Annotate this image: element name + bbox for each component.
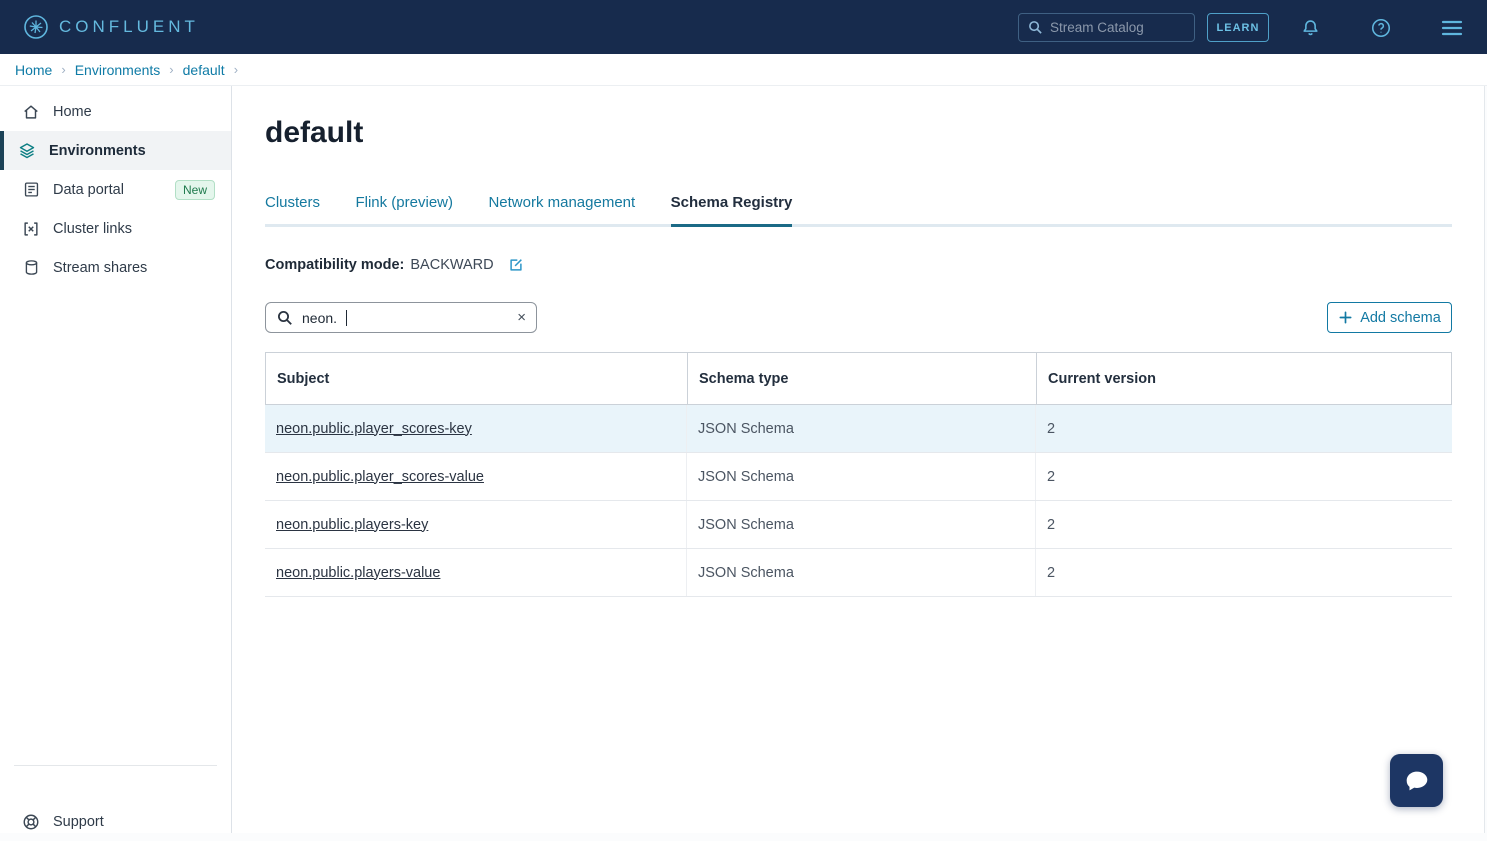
subject-link[interactable]: neon.public.player_scores-key [276,421,472,437]
add-schema-label: Add schema [1360,310,1441,326]
sidebar-divider [14,765,217,766]
sidebar: Home Environments Data portal New [0,86,232,833]
subject-link[interactable]: neon.public.players-key [276,517,428,533]
cluster-links-icon [22,220,40,238]
compatibility-mode-label: Compatibility mode: [265,257,404,273]
compatibility-mode-row: Compatibility mode: BACKWARD [265,257,524,273]
sidebar-item-support[interactable]: Support [0,802,231,841]
home-icon [22,103,40,121]
tab-flink-preview[interactable]: Flink (preview) [355,194,453,224]
confluent-spark-icon [23,14,49,40]
sidebar-item-home[interactable]: Home [0,92,231,131]
breadcrumb-environments[interactable]: Environments [75,62,161,78]
breadcrumb-default[interactable]: default [183,62,225,78]
tab-clusters[interactable]: Clusters [265,194,320,224]
edit-icon[interactable] [508,257,524,273]
sidebar-item-data-portal[interactable]: Data portal New [0,170,231,209]
document-icon [22,181,40,199]
schema-type-cell: JSON Schema [687,501,1036,548]
learn-button[interactable]: LEARN [1207,13,1269,42]
subject-link[interactable]: neon.public.player_scores-value [276,469,484,485]
breadcrumb: Home › Environments › default › [0,54,1487,86]
compatibility-mode-value: BACKWARD [410,257,493,273]
current-version-cell: 2 [1036,405,1450,452]
text-cursor [346,310,347,326]
search-icon [277,310,293,326]
schema-type-cell: JSON Schema [687,453,1036,500]
chevron-right-icon: › [169,62,173,77]
chevron-right-icon: › [61,62,65,77]
database-icon [22,259,40,277]
help-icon[interactable] [1367,14,1395,42]
notifications-bell-icon[interactable] [1296,14,1324,42]
tab-schema-registry[interactable]: Schema Registry [671,194,793,227]
top-navbar: CONFLUENT LEARN [0,0,1487,54]
table-row[interactable]: neon.public.player_scores-value JSON Sch… [265,453,1452,501]
plus-icon [1338,310,1353,325]
sidebar-item-stream-shares[interactable]: Stream shares [0,248,231,287]
table-row[interactable]: neon.public.players-value JSON Schema 2 [265,549,1452,597]
menu-hamburger-icon[interactable] [1438,14,1466,42]
table-row[interactable]: neon.public.player_scores-key JSON Schem… [265,405,1452,453]
sidebar-item-label: Data portal [53,182,124,198]
schema-type-cell: JSON Schema [687,549,1036,596]
confluent-logo[interactable]: CONFLUENT [23,14,199,40]
sidebar-item-environments[interactable]: Environments [0,131,231,170]
current-version-cell: 2 [1036,501,1450,548]
brand-name: CONFLUENT [59,17,199,37]
chevron-right-icon: › [234,62,238,77]
column-header-schema-type[interactable]: Schema type [688,353,1037,404]
tab-network-management[interactable]: Network management [488,194,635,224]
add-schema-button[interactable]: Add schema [1327,302,1452,333]
schema-table: Subject Schema type Current version neon… [265,352,1452,597]
sidebar-item-label: Cluster links [53,221,132,237]
main-content: default Clusters Flink (preview) Network… [232,86,1485,833]
stream-catalog-search[interactable] [1018,13,1195,42]
search-icon [1028,20,1043,35]
subject-link[interactable]: neon.public.players-value [276,565,440,581]
sidebar-item-label: Stream shares [53,260,147,276]
sidebar-item-cluster-links[interactable]: Cluster links [0,209,231,248]
column-header-current-version[interactable]: Current version [1037,353,1451,404]
chat-button[interactable] [1390,754,1443,807]
current-version-cell: 2 [1036,453,1450,500]
sidebar-item-label: Support [53,814,104,830]
search-query-text: neon. [302,310,337,326]
table-row[interactable]: neon.public.players-key JSON Schema 2 [265,501,1452,549]
support-lifering-icon [22,813,40,831]
schema-type-cell: JSON Schema [687,405,1036,452]
schema-search-input[interactable]: neon. × [265,302,537,333]
breadcrumb-home[interactable]: Home [15,62,52,78]
stream-catalog-input[interactable] [1050,20,1180,35]
sidebar-item-label: Environments [49,143,146,159]
column-header-subject[interactable]: Subject [266,353,688,404]
page-title: default [265,116,363,150]
layers-icon [18,142,36,160]
new-badge: New [175,180,215,200]
sidebar-item-label: Home [53,104,92,120]
clear-search-icon[interactable]: × [517,310,526,325]
chat-bubble-icon [1402,766,1432,796]
current-version-cell: 2 [1036,549,1450,596]
table-header: Subject Schema type Current version [265,352,1452,405]
tab-bar: Clusters Flink (preview) Network managem… [265,194,1452,227]
